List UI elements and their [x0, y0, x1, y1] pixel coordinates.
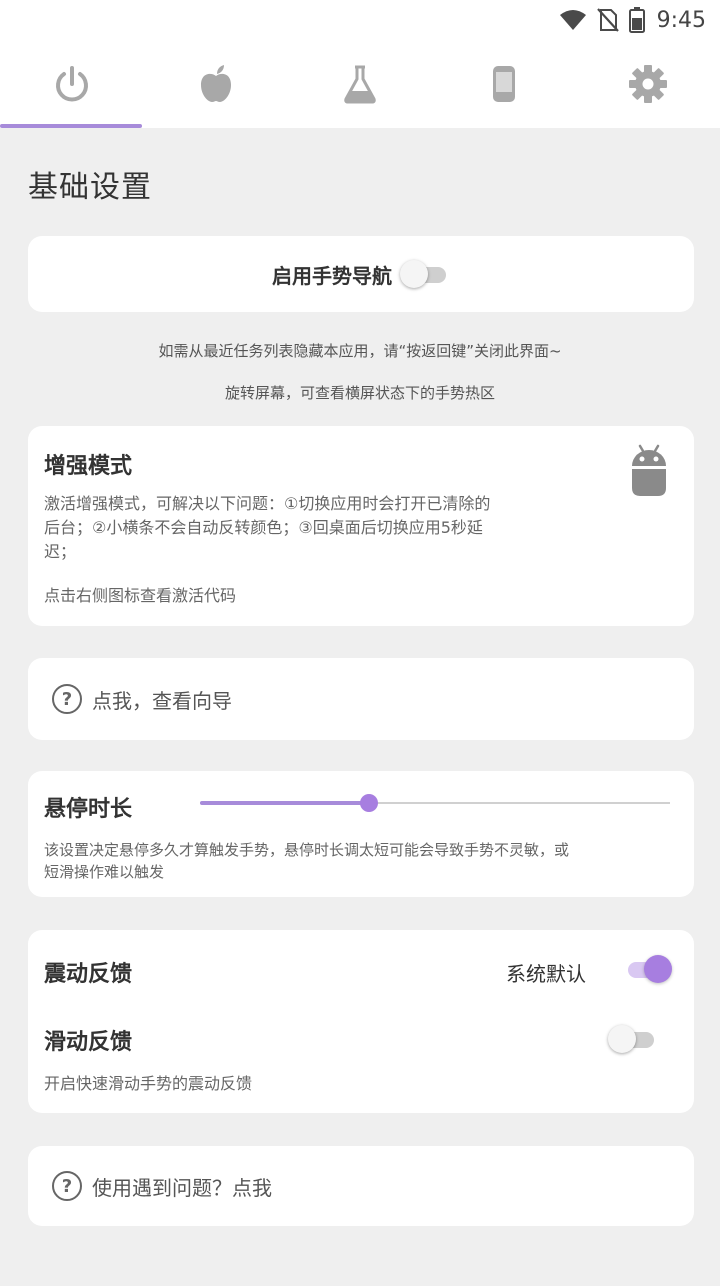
tab-ios[interactable] — [144, 40, 288, 128]
slider-thumb[interactable] — [360, 794, 379, 812]
battery-icon — [628, 7, 645, 33]
enhanced-mode-card: 增强模式 激活增强模式，可解决以下问题：①切换应用时会打开已清除的 后台；②小横… — [28, 426, 694, 626]
tab-bar — [0, 40, 720, 128]
enhanced-mode-tip: 点击右侧图标查看激活代码 — [44, 586, 237, 605]
enhanced-mode-desc-1: 激活增强模式，可解决以下问题：①切换应用时会打开已清除的 — [44, 494, 491, 513]
phone-icon — [493, 66, 515, 102]
status-bar: 9:45 — [0, 0, 720, 40]
flask-icon — [344, 65, 376, 104]
enhanced-mode-desc-3: 迟； — [44, 542, 77, 561]
gesture-nav-card: 启用手势导航 — [28, 236, 694, 312]
section-title: 基础设置 — [28, 170, 152, 205]
toggle-knob — [608, 1025, 636, 1053]
question-icon: ? — [52, 1171, 82, 1201]
hover-duration-slider[interactable] — [200, 793, 670, 813]
tab-experimental[interactable] — [288, 40, 432, 128]
vibration-title: 震动反馈 — [44, 962, 133, 987]
toggle-knob — [400, 260, 428, 288]
apple-icon — [201, 65, 231, 102]
hint-recent-tasks: 如需从最近任务列表隐藏本应用，请“按返回键”关闭此界面~ — [158, 342, 562, 360]
hover-duration-desc-1: 该设置决定悬停多久才算触发手势，悬停时长调太短可能会导致手势不灵敏，或 — [44, 841, 570, 859]
help-label: 使用遇到问题？点我 — [92, 1175, 272, 1200]
android-icon[interactable] — [630, 444, 668, 498]
gesture-nav-label: 启用手势导航 — [272, 263, 392, 288]
slider-fill — [200, 801, 370, 805]
vibration-card: 震动反馈 系统默认 滑动反馈 开启快速滑动手势的震动反馈 — [28, 930, 694, 1113]
toggle-knob — [644, 955, 672, 983]
hover-duration-desc-2: 短滑操作难以触发 — [44, 863, 165, 881]
hover-duration-title: 悬停时长 — [44, 797, 133, 822]
swipe-feedback-title: 滑动反馈 — [44, 1030, 133, 1055]
tab-settings[interactable] — [576, 40, 720, 128]
clock: 9:45 — [656, 7, 706, 33]
gesture-nav-toggle[interactable] — [400, 259, 450, 289]
power-icon — [56, 66, 88, 102]
tab-basic[interactable] — [0, 40, 144, 128]
guide-label: 点我，查看向导 — [92, 688, 232, 713]
gear-icon — [629, 65, 667, 103]
vibration-value[interactable]: 系统默认 — [506, 958, 586, 987]
tab-device[interactable] — [432, 40, 576, 128]
wifi-icon — [559, 10, 586, 30]
swipe-feedback-desc: 开启快速滑动手势的震动反馈 — [44, 1074, 253, 1093]
vibration-toggle[interactable] — [622, 954, 672, 984]
hover-duration-card: 悬停时长 该设置决定悬停多久才算触发手势，悬停时长调太短可能会导致手势不灵敏，或… — [28, 771, 694, 897]
hint-rotate-screen: 旋转屏幕，可查看横屏状态下的手势热区 — [224, 384, 495, 402]
swipe-feedback-toggle[interactable] — [608, 1024, 658, 1054]
no-sim-icon — [596, 8, 619, 32]
help-card[interactable]: ? 使用遇到问题？点我 — [28, 1146, 694, 1226]
question-icon: ? — [52, 684, 82, 714]
guide-card[interactable]: ? 点我，查看向导 — [28, 658, 694, 740]
enhanced-mode-title: 增强模式 — [44, 454, 133, 479]
enhanced-mode-desc-2: 后台；②小横条不会自动反转颜色；③回桌面后切换应用5秒延 — [44, 518, 483, 537]
